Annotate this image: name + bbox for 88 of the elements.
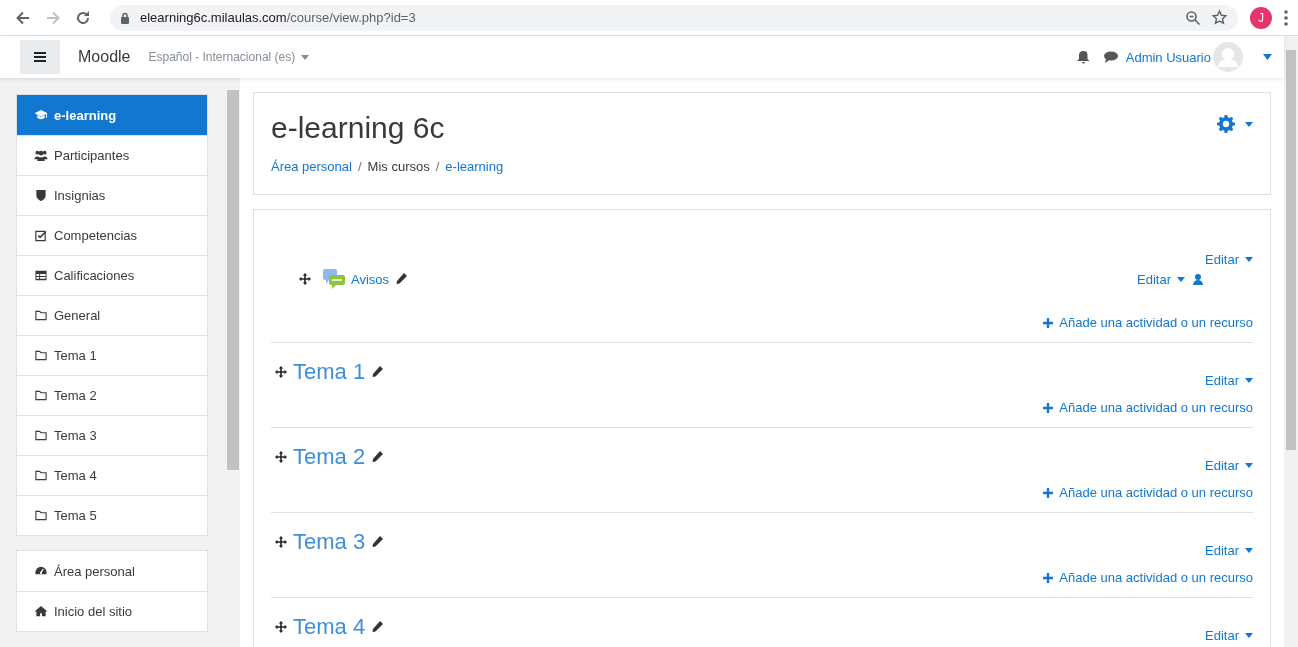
- nav-item[interactable]: Tema 3: [17, 415, 207, 455]
- edit-menu-link[interactable]: Editar: [1205, 373, 1253, 388]
- plus-icon: [1043, 487, 1054, 498]
- zoom-out-icon[interactable]: [1185, 9, 1201, 26]
- bell-icon[interactable]: [1076, 50, 1090, 64]
- menu-icon: [34, 52, 46, 62]
- breadcrumb-separator: /: [435, 159, 440, 174]
- table-icon: [34, 269, 48, 282]
- folder-icon: [34, 349, 48, 362]
- course-title: e-learning 6c: [271, 111, 446, 145]
- folder-icon: [34, 389, 48, 402]
- caret-icon: [1245, 257, 1253, 262]
- caret-icon: [1245, 463, 1253, 468]
- add-activity-link[interactable]: Añade una actividad o un recurso: [1043, 570, 1253, 585]
- pencil-icon[interactable]: [371, 621, 384, 633]
- pencil-icon[interactable]: [371, 451, 384, 463]
- edit-menu-link[interactable]: Editar: [1205, 543, 1253, 558]
- nav-item[interactable]: Tema 1: [17, 335, 207, 375]
- pencil-icon[interactable]: [371, 366, 384, 378]
- pencil-icon[interactable]: [371, 536, 384, 548]
- nav-item[interactable]: General: [17, 295, 207, 335]
- pencil-icon[interactable]: [395, 273, 408, 285]
- section-title[interactable]: Tema 1: [293, 359, 366, 385]
- caret-icon[interactable]: [1245, 121, 1253, 127]
- nav-item[interactable]: Tema 4: [17, 455, 207, 495]
- nav-item[interactable]: Tema 2: [17, 375, 207, 415]
- scrollbar[interactable]: [1284, 36, 1298, 647]
- nav-item[interactable]: Inicio del sitio: [17, 591, 207, 631]
- profile-avatar[interactable]: J: [1250, 6, 1272, 29]
- language-menu[interactable]: Español - Internacional (es): [148, 50, 310, 64]
- caret-icon: [1245, 548, 1253, 553]
- edit-menu-link[interactable]: Editar: [1205, 458, 1253, 473]
- add-activity-link[interactable]: Añade una actividad o un recurso: [1043, 485, 1253, 500]
- section-title[interactable]: Tema 2: [293, 444, 366, 470]
- shield-icon: [34, 189, 48, 202]
- section-title[interactable]: Tema 4: [293, 614, 366, 640]
- user-icon: [1193, 273, 1203, 285]
- folder-icon: [34, 509, 48, 522]
- breadcrumb-link[interactable]: e-learning: [445, 159, 504, 174]
- settings-icon[interactable]: [1217, 115, 1235, 133]
- nav-item[interactable]: Insignias: [17, 175, 207, 215]
- user-menu[interactable]: Admin Usuario: [1125, 42, 1272, 72]
- caret-icon: [1177, 276, 1185, 282]
- section-title[interactable]: Tema 3: [293, 529, 366, 555]
- edit-menu-link[interactable]: Editar: [1205, 628, 1253, 643]
- forum-icon: [323, 269, 345, 289]
- edit-menu-link[interactable]: Editar: [1137, 271, 1185, 287]
- site-name[interactable]: Moodle: [78, 48, 131, 66]
- folder-icon: [34, 429, 48, 442]
- breadcrumb-link[interactable]: Área personal: [271, 159, 352, 174]
- add-activity-link[interactable]: Añade una actividad o un recurso: [1043, 315, 1253, 330]
- nav-item[interactable]: Participantes: [17, 135, 207, 175]
- plus-icon: [1043, 402, 1054, 413]
- move-icon[interactable]: [275, 451, 287, 463]
- chat-icon[interactable]: [1103, 51, 1118, 63]
- url-text: elearning6c.milaulas.com/course/view.php?id=3: [140, 10, 416, 25]
- nav-item[interactable]: Calificaciones: [17, 255, 207, 295]
- folder-icon: [34, 469, 48, 482]
- caret-icon: [301, 54, 310, 60]
- activity-link[interactable]: Avisos: [351, 271, 390, 287]
- move-icon[interactable]: [275, 536, 287, 548]
- user-avatar-icon: [1213, 42, 1243, 72]
- move-icon[interactable]: [299, 273, 311, 285]
- lock-icon: [120, 11, 130, 24]
- menu-button[interactable]: [20, 40, 60, 74]
- nav-item[interactable]: Competencias: [17, 215, 207, 255]
- caret-icon: [1245, 633, 1253, 638]
- plus-icon: [1043, 317, 1054, 328]
- move-icon[interactable]: [275, 621, 287, 633]
- caret-icon: [1245, 378, 1253, 383]
- nav-item[interactable]: e-learning: [17, 95, 207, 135]
- users-icon: [34, 149, 48, 162]
- checkbox-icon: [34, 229, 48, 242]
- plus-icon: [1043, 572, 1054, 583]
- breadcrumb-item: Mis cursos: [367, 159, 430, 174]
- breadcrumb-separator: /: [357, 159, 362, 174]
- add-activity-link[interactable]: Añade una actividad o un recurso: [1043, 400, 1253, 415]
- home-icon: [34, 605, 48, 618]
- edit-menu-link[interactable]: Editar: [1205, 252, 1253, 267]
- move-icon[interactable]: [275, 366, 287, 378]
- nav-item[interactable]: Área personal: [17, 551, 207, 591]
- nav-item[interactable]: Tema 5: [17, 495, 207, 535]
- graduation-cap-icon: [34, 108, 48, 122]
- star-icon[interactable]: [1211, 9, 1228, 26]
- menu-icon[interactable]: [1284, 9, 1288, 26]
- caret-icon: [1263, 54, 1272, 60]
- folder-icon: [34, 309, 48, 322]
- address-bar[interactable]: elearning6c.milaulas.com/course/view.php?id=3: [110, 4, 1238, 31]
